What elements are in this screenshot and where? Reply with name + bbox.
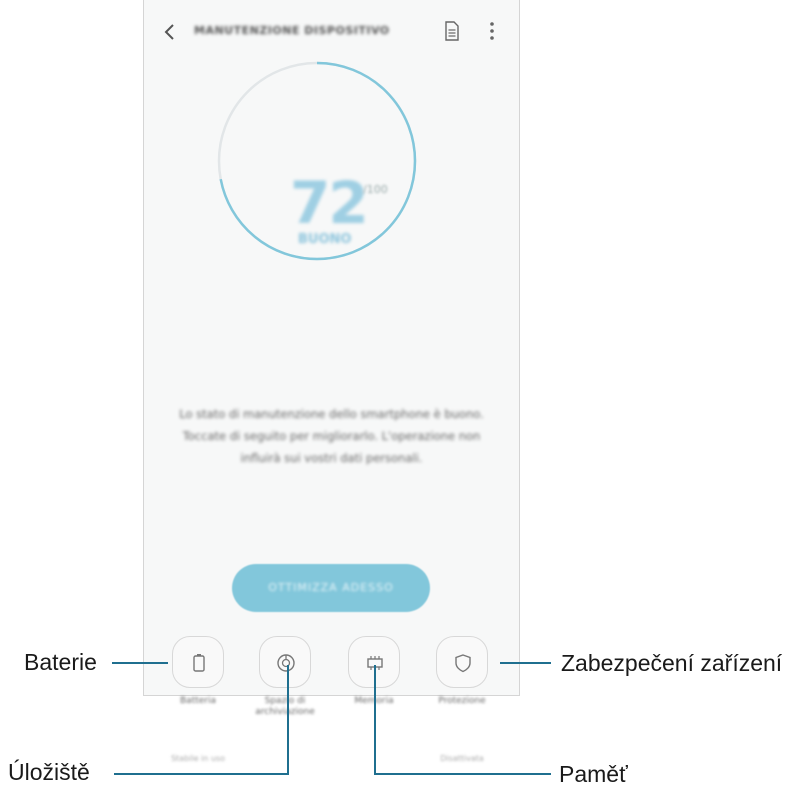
- report-icon[interactable]: [444, 21, 460, 41]
- storage-icon: [277, 654, 295, 672]
- storage-callout-line-horizontal: [114, 773, 289, 775]
- storage-tile[interactable]: [259, 636, 311, 688]
- back-arrow-icon[interactable]: [160, 20, 180, 44]
- storage-tile-label: Spazio di archiviazione: [255, 696, 315, 717]
- storage-callout-label: Úložiště: [8, 759, 90, 785]
- security-callout-line: [500, 662, 551, 664]
- security-callout-label: Zabezpečení zařízení: [561, 650, 783, 676]
- score-unit: /100: [363, 183, 388, 196]
- screen-title: MANUTENZIONE DISPOSITIVO: [194, 24, 390, 37]
- memory-callout-line-horizontal: [374, 773, 551, 775]
- protection-tile[interactable]: [436, 636, 488, 688]
- optimize-now-button[interactable]: OTTIMIZZA ADESSO: [232, 564, 430, 612]
- protection-tile-status: Disattivata: [440, 754, 484, 763]
- status-description: Lo stato di manutenzione dello smartphon…: [179, 407, 484, 465]
- battery-icon: [193, 654, 205, 672]
- memory-callout-line-vertical: [374, 665, 376, 775]
- battery-tile-status: Stabile in uso: [170, 754, 226, 763]
- battery-callout-label: Baterie: [24, 649, 97, 675]
- memory-callout-label: Paměť: [559, 761, 628, 787]
- battery-tile-label: Batteria: [180, 696, 216, 706]
- shield-icon: [455, 654, 471, 673]
- score-status: BUONO: [298, 232, 352, 247]
- score-value: 72: [290, 169, 369, 237]
- optimize-now-label: OTTIMIZZA ADESSO: [268, 581, 394, 594]
- more-options-icon[interactable]: [487, 20, 497, 42]
- battery-callout-line: [112, 662, 168, 664]
- storage-callout-line-vertical: [287, 665, 289, 775]
- protection-tile-label: Protezione: [438, 696, 486, 706]
- battery-tile[interactable]: [172, 636, 224, 688]
